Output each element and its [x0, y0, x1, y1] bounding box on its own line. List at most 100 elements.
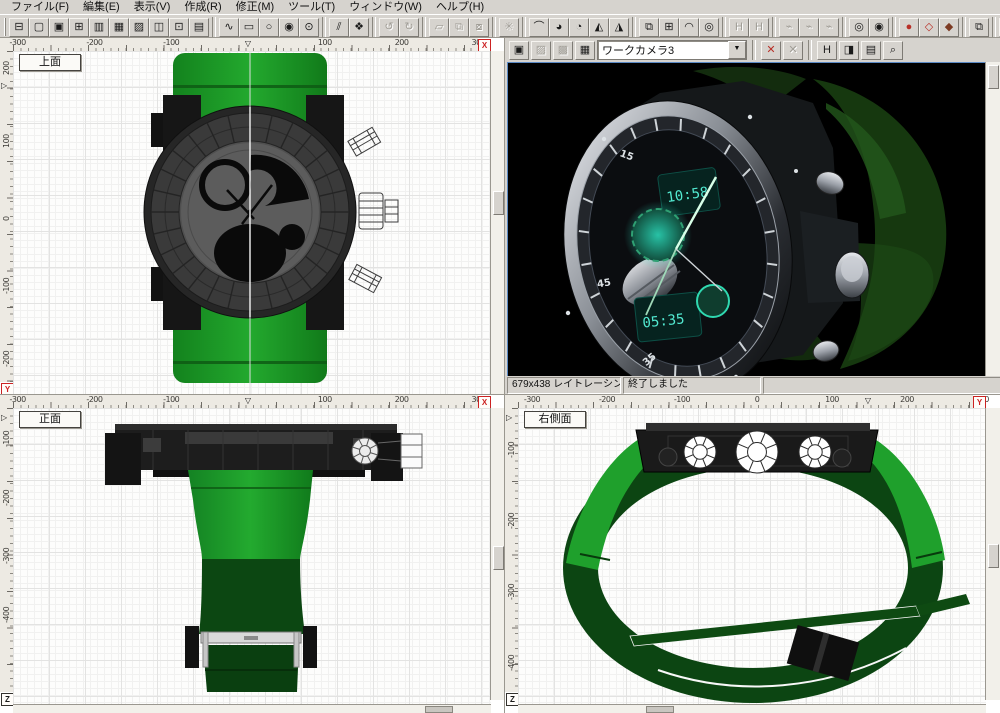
ruler-origin-marker[interactable]: ▷ — [1, 81, 7, 90]
tile-window-icon[interactable]: ⊞ — [659, 17, 679, 37]
toolbar-separator — [492, 17, 496, 37]
circle-tool-icon[interactable]: ○ — [259, 17, 279, 37]
pause-render-icon[interactable]: H — [817, 40, 837, 60]
mirror-v-icon[interactable]: H — [749, 17, 769, 37]
vertical-scrollbar[interactable] — [985, 408, 1000, 700]
ungroup-tool-icon[interactable]: ⧇ — [469, 17, 489, 37]
ruler-horizontal[interactable]: -300-200-100100200300▽ — [10, 395, 486, 409]
arc-tool-icon[interactable]: ⌒ — [529, 17, 549, 37]
render-settings-icon[interactable]: ▣ — [509, 40, 529, 60]
ring-tool-icon[interactable]: ◎ — [699, 17, 719, 37]
horizontal-scrollbar[interactable] — [518, 704, 986, 713]
duplicate-window-icon[interactable]: ⧉ — [639, 17, 659, 37]
ruler-toggle-icon[interactable]: ▥ — [89, 17, 109, 37]
wireframe-cube-icon[interactable]: ◇ — [919, 17, 939, 37]
ruler-origin-marker[interactable]: ▷ — [1, 413, 7, 422]
info-panel-icon[interactable]: ▤ — [189, 17, 209, 37]
render-texture-icon[interactable]: ▩ — [553, 40, 573, 60]
print-icon[interactable]: ▤ — [861, 40, 881, 60]
menu-item-1[interactable]: 編集(E) — [76, 0, 127, 14]
scrollbar-thumb[interactable] — [425, 706, 453, 713]
canvas-side-view[interactable]: 右側面 — [518, 408, 986, 705]
arch-tool-icon[interactable]: ◠ — [679, 17, 699, 37]
viewport-label[interactable]: 上面 — [19, 54, 81, 71]
prism-tool-icon[interactable]: ◭ — [589, 17, 609, 37]
cone-tool-icon[interactable]: ◮ — [609, 17, 629, 37]
target-tool-icon[interactable]: ◉ — [869, 17, 889, 37]
ruler-horizontal[interactable]: -300-200-100100200300▽ — [10, 38, 486, 52]
viewport-label[interactable]: 正面 — [19, 411, 81, 428]
ruler-origin-marker[interactable]: ▷ — [506, 413, 512, 422]
ruler-origin-marker[interactable]: ▽ — [245, 39, 251, 48]
canvas-top-view[interactable]: 上面 — [13, 51, 491, 395]
group-tool-icon[interactable]: ⧉ — [449, 17, 469, 37]
vertical-scrollbar[interactable] — [490, 408, 505, 700]
ruler-origin-marker[interactable]: ▽ — [865, 396, 871, 405]
canvas-front-view[interactable]: 正面 — [13, 408, 491, 705]
ruler-vertical[interactable]: -100 -200 -300 -400 ▷ — [505, 408, 519, 692]
twist-tool-icon[interactable]: ⌁ — [799, 17, 819, 37]
taper-tool-icon[interactable]: ⌁ — [819, 17, 839, 37]
hemisphere-tool-icon[interactable]: ◔ — [569, 17, 589, 37]
quad-view-icon[interactable]: ⊞ — [69, 17, 89, 37]
curve-tool-icon[interactable]: ∿ — [219, 17, 239, 37]
bend-tool-icon[interactable]: ⌁ — [779, 17, 799, 37]
clear-render-icon[interactable]: ✕ — [761, 40, 781, 60]
preview-icon[interactable]: ⌕ — [883, 40, 903, 60]
render-vertical-scrollbar[interactable] — [985, 62, 1000, 378]
buckle-pin-front — [244, 636, 258, 640]
ruler-vertical[interactable]: 200 100 0 -100 -200 ▷ — [0, 51, 14, 382]
scrollbar-thumb[interactable] — [646, 706, 674, 713]
horizontal-scrollbar[interactable] — [13, 704, 491, 713]
snap-tool-icon[interactable]: ✳ — [499, 17, 519, 37]
menu-item-5[interactable]: ツール(T) — [281, 0, 342, 14]
mirror-h-icon[interactable]: H — [729, 17, 749, 37]
rotate-right-icon[interactable]: ↻ — [399, 17, 419, 37]
chevron-down-icon[interactable]: ▼ — [728, 41, 746, 59]
scrollbar-thumb[interactable] — [988, 65, 999, 89]
render-wire-icon[interactable]: ▨ — [531, 40, 551, 60]
disc-tool-icon[interactable]: ⊙ — [299, 17, 319, 37]
vertical-scrollbar[interactable] — [490, 51, 505, 395]
image-window-icon[interactable]: ▨ — [129, 17, 149, 37]
save-image-icon[interactable]: ◨ — [839, 40, 859, 60]
menu-item-6[interactable]: ウィンドウ(W) — [342, 0, 429, 14]
toolbar-separator — [992, 17, 996, 37]
shade-preview-icon[interactable]: ◕ — [549, 17, 569, 37]
panel-toggle-icon[interactable]: ◫ — [149, 17, 169, 37]
window-layout-icon[interactable]: ⊟ — [9, 17, 29, 37]
scrollbar-thumb[interactable] — [493, 191, 504, 215]
solid-cube-icon[interactable]: ◆ — [939, 17, 959, 37]
edit-window-icon[interactable]: ▢ — [29, 17, 49, 37]
camera-tool-icon[interactable]: ◎ — [849, 17, 869, 37]
render-area-icon[interactable]: ▦ — [575, 40, 595, 60]
align-tool-icon[interactable]: ▱ — [429, 17, 449, 37]
grid-toggle-icon[interactable]: ▦ — [109, 17, 129, 37]
ruler-origin-marker[interactable]: ▽ — [245, 396, 251, 405]
render-sphere-icon[interactable]: ● — [899, 17, 919, 37]
status-spacer — [763, 377, 1000, 394]
stop-render-icon[interactable]: ✕ — [783, 40, 803, 60]
rotate-left-icon[interactable]: ↺ — [379, 17, 399, 37]
camera-select[interactable]: ワークカメラ3 ▼ — [597, 40, 747, 60]
menu-item-0[interactable]: ファイル(F) — [4, 0, 76, 14]
menu-item-7[interactable]: ヘルプ(H) — [429, 0, 491, 14]
sphere-tool-icon[interactable]: ◉ — [279, 17, 299, 37]
view-window-icon[interactable]: ▣ — [49, 17, 69, 37]
hatch-tool-icon[interactable]: ⫽ — [329, 17, 349, 37]
menu-item-4[interactable]: 修正(M) — [229, 0, 282, 14]
scrollbar-thumb[interactable] — [988, 544, 999, 568]
texture-tool-icon[interactable]: ❖ — [349, 17, 369, 37]
ruler-horizontal[interactable]: -300-200-1000100200300▽ — [518, 395, 989, 409]
toolbar-handle[interactable] — [4, 18, 6, 36]
scrollbar-thumb[interactable] — [493, 546, 504, 570]
ruler-vertical[interactable]: -100 -200 -300 -400 ▷ — [0, 408, 14, 692]
menu-item-3[interactable]: 作成(R) — [177, 0, 228, 14]
cascade-window-icon[interactable]: ⧉ — [969, 17, 989, 37]
numeric-panel-icon[interactable]: ⊡ — [169, 17, 189, 37]
toolbar-separator — [962, 17, 966, 37]
menu-item-2[interactable]: 表示(V) — [127, 0, 178, 14]
render-canvas[interactable]: 45 15 35 10:58 05:35 — [507, 62, 986, 378]
viewport-label[interactable]: 右側面 — [524, 411, 586, 428]
rect-tool-icon[interactable]: ▭ — [239, 17, 259, 37]
